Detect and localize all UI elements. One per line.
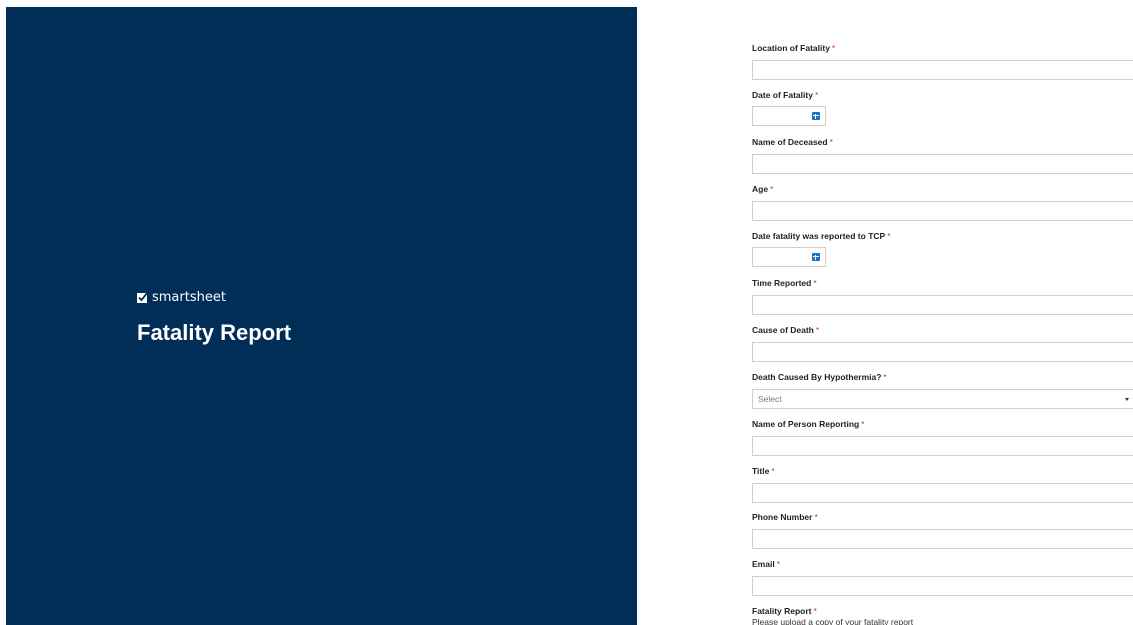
- field-label-cause: Cause of Death *: [752, 325, 820, 335]
- field-label-age: Age *: [752, 184, 774, 194]
- field-title: Title *: [752, 466, 1133, 503]
- report-form: Location of Fatality * Date of Fatality * …: [752, 0, 1133, 625]
- required-marker: *: [829, 137, 833, 147]
- required-marker: *: [814, 512, 818, 522]
- field-name-reporting: Name of Person Reporting *: [752, 419, 1133, 456]
- required-marker: *: [887, 231, 891, 241]
- required-marker: *: [831, 43, 836, 53]
- required-marker: *: [813, 278, 817, 288]
- field-label-location: Location of Fatality *: [752, 43, 836, 53]
- form-cover-panel: smartsheet Fatality Report: [6, 7, 637, 625]
- field-phone: Phone Number *: [752, 512, 1133, 549]
- name-of-person-reporting-input[interactable]: [752, 436, 1133, 456]
- smartsheet-logo-icon: [137, 292, 148, 303]
- field-age: Age *: [752, 184, 1133, 221]
- field-label-name-reporting: Name of Person Reporting *: [752, 419, 865, 429]
- brand-logo: smartsheet: [137, 290, 226, 305]
- field-label-title: Title *: [752, 466, 775, 476]
- field-location: Location of Fatality *: [752, 43, 1133, 80]
- field-label-name-deceased: Name of Deceased *: [752, 137, 833, 147]
- field-date-reported: Date fatality was reported to TCP *: [752, 231, 1133, 267]
- required-marker: *: [883, 372, 887, 382]
- field-hypothermia: Death Caused By Hypothermia? * Select: [752, 372, 1133, 409]
- field-time-reported: Time Reported *: [752, 278, 1133, 315]
- form-title: Fatality Report: [137, 320, 292, 345]
- email-input[interactable]: [752, 576, 1133, 596]
- field-label-hypothermia: Death Caused By Hypothermia? *: [752, 372, 887, 382]
- required-marker: *: [861, 419, 865, 429]
- required-marker: *: [770, 184, 774, 194]
- hypothermia-select[interactable]: Select: [752, 389, 1133, 409]
- cause-of-death-input[interactable]: [752, 342, 1133, 362]
- field-label-date-reported: Date fatality was reported to TCP *: [752, 231, 891, 241]
- location-input[interactable]: [752, 60, 1133, 80]
- required-marker: *: [815, 325, 820, 335]
- field-label-email: Email *: [752, 559, 780, 569]
- brand-name: smartsheet: [152, 290, 226, 305]
- field-label-phone: Phone Number *: [752, 512, 818, 522]
- time-reported-input[interactable]: [752, 295, 1133, 315]
- field-label-time-reported: Time Reported *: [752, 278, 817, 288]
- required-marker: *: [776, 559, 780, 569]
- field-name-deceased: Name of Deceased *: [752, 137, 1133, 174]
- field-cause: Cause of Death *: [752, 325, 1133, 362]
- name-of-deceased-input[interactable]: [752, 154, 1133, 174]
- required-marker: *: [814, 90, 819, 100]
- title-input[interactable]: [752, 483, 1133, 503]
- field-date: Date of Fatality *: [752, 90, 1133, 126]
- select-value: Select: [758, 394, 782, 404]
- calendar-icon[interactable]: [812, 112, 820, 120]
- calendar-icon[interactable]: [812, 253, 820, 261]
- date-of-fatality-input[interactable]: [752, 106, 826, 126]
- field-fatality-report: Fatality Report * Please upload a copy of…: [752, 606, 1133, 625]
- field-email: Email *: [752, 559, 1133, 596]
- age-input[interactable]: [752, 201, 1133, 221]
- phone-number-input[interactable]: [752, 529, 1133, 549]
- date-reported-input[interactable]: [752, 247, 826, 267]
- field-label-date: Date of Fatality *: [752, 90, 819, 100]
- field-description: Please upload a copy of your fatality re…: [752, 617, 914, 625]
- required-marker: *: [771, 466, 775, 476]
- caret-down-icon: [1125, 398, 1129, 401]
- required-marker: *: [813, 606, 817, 616]
- field-label-fatality-report: Fatality Report *: [752, 606, 817, 616]
